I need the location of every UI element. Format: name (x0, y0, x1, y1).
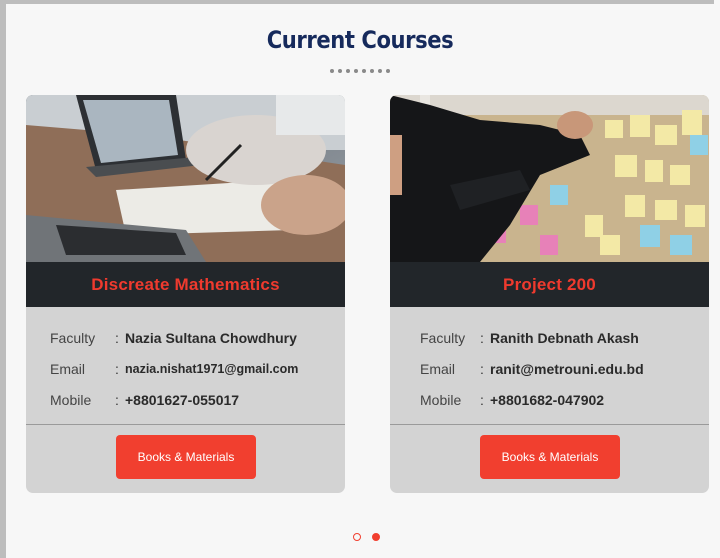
mobile-row: Mobile : +8801627-055017 (50, 391, 240, 408)
card-divider (390, 424, 709, 425)
course-info: Faculty : Ranith Debnath Akash Email : r… (420, 322, 709, 415)
course-title-band: Project 200 (390, 262, 709, 307)
email-value: nazia.nishat1971@gmail.com (125, 361, 299, 376)
email-row: Email : ranit@metrouni.edu.bd (420, 360, 644, 377)
carousel-dot-2[interactable] (372, 533, 380, 541)
title-divider-dots (0, 69, 720, 73)
mobile-value: +8801627-055017 (125, 391, 240, 408)
course-info: Faculty : Nazia Sultana Chowdhury Email … (50, 322, 340, 415)
faculty-label: Faculty (50, 329, 96, 346)
mobile-label: Mobile (420, 391, 462, 408)
faculty-row: Faculty : Nazia Sultana Chowdhury (50, 329, 297, 346)
email-row: Email : nazia.nishat1971@gmail.com (50, 360, 299, 377)
mobile-label: Mobile (50, 391, 92, 408)
books-materials-button[interactable]: Books & Materials (116, 435, 256, 479)
carousel-pagination (353, 533, 380, 541)
course-title: Discreate Mathematics (91, 274, 280, 294)
faculty-row: Faculty : Ranith Debnath Akash (420, 329, 639, 346)
course-title: Project 200 (503, 274, 596, 294)
course-title-band: Discreate Mathematics (26, 262, 345, 307)
course-card: Project 200 Faculty : Ranith Debnath Aka… (390, 95, 709, 493)
faculty-value: Ranith Debnath Akash (490, 329, 639, 346)
page-title: Current Courses (266, 26, 454, 54)
carousel-dot-1[interactable] (353, 533, 361, 541)
mobile-value: +8801682-047902 (490, 391, 605, 408)
course-card: Discreate Mathematics Faculty : Nazia Su… (26, 95, 345, 493)
card-divider (26, 424, 345, 425)
faculty-value: Nazia Sultana Chowdhury (125, 329, 297, 346)
faculty-label: Faculty (420, 329, 466, 346)
email-value: ranit@metrouni.edu.bd (490, 360, 644, 377)
books-materials-button[interactable]: Books & Materials (480, 435, 620, 479)
email-label: Email (50, 360, 86, 377)
email-label: Email (420, 360, 456, 377)
course-image (390, 95, 709, 262)
course-image (26, 95, 345, 262)
mobile-row: Mobile : +8801682-047902 (420, 391, 605, 408)
